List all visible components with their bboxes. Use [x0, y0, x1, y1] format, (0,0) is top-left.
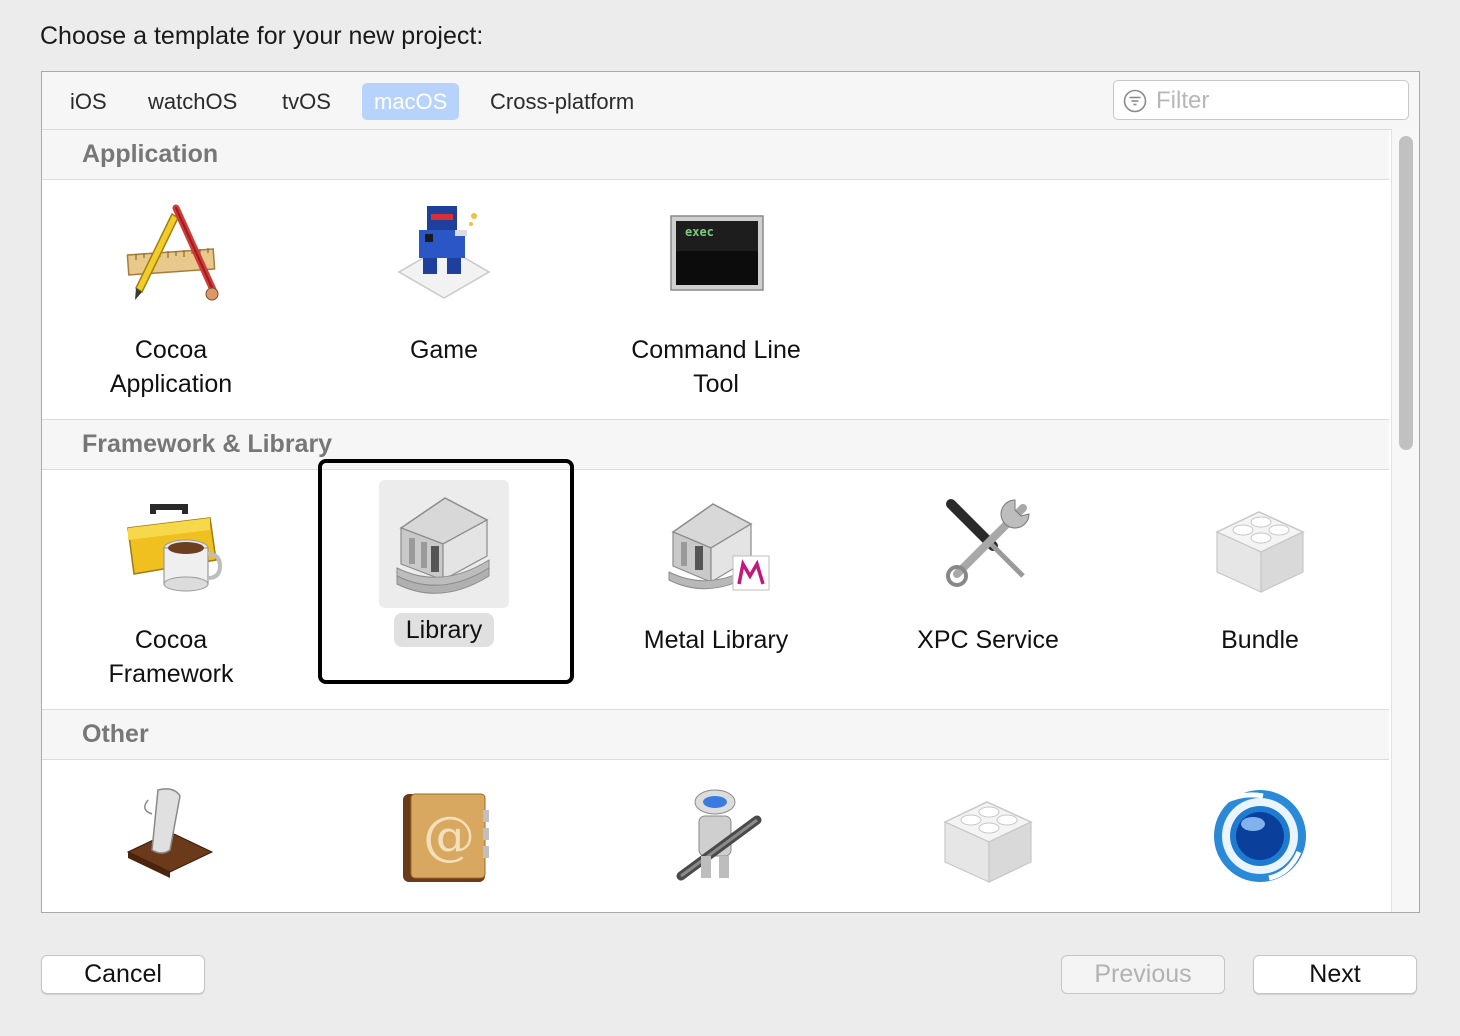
ninja-game-icon: [379, 200, 509, 328]
section-header-other: Other: [42, 709, 1389, 760]
template-blue-orb[interactable]: [1130, 780, 1390, 908]
screwdriver-wrench-icon: [923, 490, 1053, 618]
applescript-scroll-icon: [106, 780, 236, 908]
blue-orb-icon: [1195, 780, 1325, 908]
template-label: XPC Service: [917, 626, 1059, 654]
section-title-application: Application: [82, 140, 219, 168]
filter-input[interactable]: [1154, 85, 1398, 117]
section-title-framework-library: Framework & Library: [82, 430, 333, 458]
metal-library-icon: [651, 490, 781, 618]
template-cocoa-framework[interactable]: Cocoa Framework: [42, 490, 301, 691]
svg-text:@: @: [423, 807, 475, 867]
tab-tvos[interactable]: tvOS: [270, 83, 343, 120]
automator-robot-icon: [651, 780, 781, 908]
template-label: Command Line Tool: [631, 336, 801, 398]
address-book-icon: @: [379, 780, 509, 908]
section-header-framework-library: Framework & Library: [42, 419, 1389, 470]
template-label: Cocoa Application: [109, 336, 233, 398]
terminal-exec-text: exec: [685, 225, 714, 239]
template-automator[interactable]: [586, 780, 846, 908]
template-metal-library[interactable]: Metal Library: [586, 490, 846, 657]
template-bundle[interactable]: Bundle: [1130, 490, 1390, 657]
filter-field[interactable]: [1113, 80, 1409, 120]
next-button[interactable]: Next: [1253, 955, 1417, 994]
template-label: Bundle: [1221, 626, 1299, 654]
platform-tab-bar: iOS watchOS tvOS macOS Cross-platform: [42, 72, 1419, 130]
template-cocoa-application[interactable]: Cocoa Application: [42, 200, 301, 401]
template-label: Cocoa Framework: [108, 626, 234, 688]
scrollbar-thumb[interactable]: [1399, 136, 1413, 450]
template-applescript[interactable]: [42, 780, 301, 908]
tab-watchos[interactable]: watchOS: [136, 83, 249, 120]
template-command-line-tool[interactable]: exec Command Line Tool: [586, 200, 846, 401]
tab-cross-platform[interactable]: Cross-platform: [478, 83, 646, 120]
cancel-button[interactable]: Cancel: [41, 955, 205, 994]
section-title-other: Other: [82, 720, 149, 748]
filter-icon: [1123, 89, 1147, 113]
template-chooser-panel: iOS watchOS tvOS macOS Cross-platform Ap…: [41, 71, 1420, 913]
section-header-application: Application: [42, 129, 1389, 180]
lego-brick-icon: [1195, 490, 1325, 618]
template-label: Metal Library: [643, 626, 789, 654]
template-plugin[interactable]: [858, 780, 1118, 908]
previous-button[interactable]: Previous: [1061, 955, 1225, 994]
tab-ios[interactable]: iOS: [58, 83, 119, 120]
terminal-exec-icon: exec: [651, 200, 781, 328]
toolbox-icon: [106, 490, 236, 618]
tab-macos[interactable]: macOS: [362, 83, 460, 120]
pencil-ruler-icon: [106, 200, 236, 328]
template-xpc-service[interactable]: XPC Service: [858, 490, 1118, 657]
template-label: Game: [409, 336, 479, 364]
selection-focus-ring: [318, 459, 574, 684]
template-address-book[interactable]: @: [314, 780, 574, 908]
template-game[interactable]: Game: [314, 200, 574, 367]
dialog-prompt: Choose a template for your new project:: [40, 22, 484, 50]
vertical-scrollbar[interactable]: [1391, 129, 1419, 912]
plugin-brick-icon: [923, 780, 1053, 908]
